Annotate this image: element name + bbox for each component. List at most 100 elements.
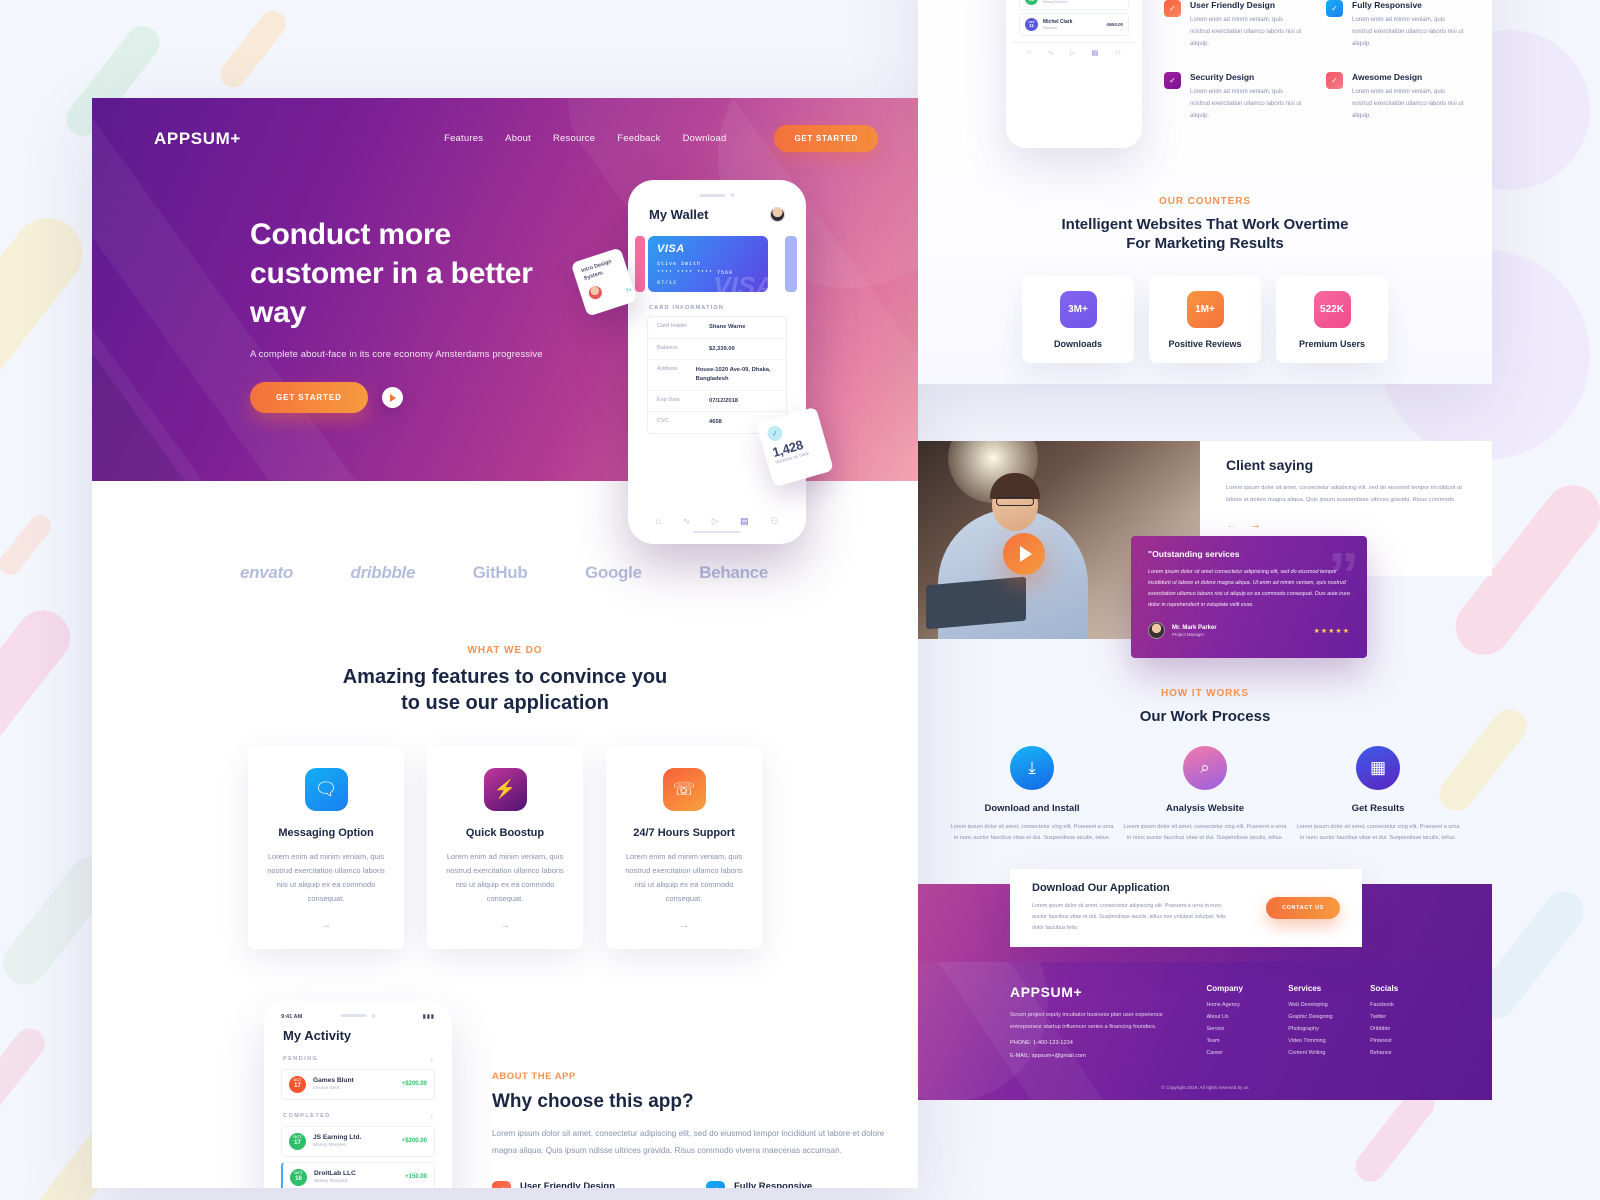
nav-item-features[interactable]: Features [444, 133, 483, 144]
chevron-right-icon[interactable]: › [430, 1112, 433, 1121]
list-item[interactable]: OCT 11 Michel Clark Payment -$650.00 [1019, 13, 1129, 36]
list-item[interactable]: OCT 17 Games Blunt Invoice Sent +$200.00 [281, 1068, 435, 1100]
footer-link[interactable]: Video Trimming [1288, 1038, 1370, 1044]
activity-icon[interactable]: ∿ [1048, 49, 1054, 57]
list-item[interactable]: OCT 16 DroitLab LLC Money Recived +150.0… [281, 1161, 435, 1188]
section-label: PENDING [283, 1056, 319, 1063]
people-icon[interactable]: ⚇ [770, 516, 778, 527]
row-key: CVC [657, 418, 669, 425]
list-item[interactable]: OCT 17 JS Earning Ltd. Money Recives +$2… [281, 1125, 435, 1157]
feature-title: Quick Boostup [465, 827, 545, 840]
arrow-right-icon[interactable]: → [1250, 519, 1261, 531]
list-item[interactable]: OCT 08 Themus Holding, Money Recives +$3… [1019, 0, 1129, 10]
download-description: Lorem ipsum dolor sit amet, consectetur … [1032, 903, 1226, 931]
section-title: Amazing features to convince you to use … [92, 665, 918, 716]
benefits-grid: ✓ User Friendly Design Lorem enim ad min… [1164, 0, 1464, 144]
footer-link[interactable]: Home Agency [1206, 1002, 1288, 1008]
item-subtitle: Money Recived [314, 1179, 348, 1185]
activity-phone-mockup: 9:41 AM ▮▮▮ My Activity PENDING › OCT 17… [264, 1000, 452, 1188]
chevron-right-icon[interactable]: › [430, 1055, 433, 1064]
check-icon: ✓ [765, 424, 785, 443]
nav-get-started-button[interactable]: GET STARTED [774, 125, 878, 152]
footer-logo[interactable]: APPSUM+ [1010, 984, 1166, 1000]
title-line1: Intelligent Websites That Work Overtime [1061, 216, 1349, 233]
hero-title-line1: Conduct more [250, 218, 451, 251]
counter-cards: 3M+ Downloads 1M+ Positive Reviews 522K … [918, 276, 1492, 364]
hero-actions: GET STARTED [250, 382, 562, 413]
feature-desc: Lorem enim ad minim veniam, quis nostrud… [625, 852, 743, 903]
arrow-right-icon[interactable]: → [623, 919, 745, 931]
footer-link[interactable]: About Us [1206, 1014, 1288, 1020]
counters-section: OUR COUNTERS Intelligent Websites That W… [918, 196, 1492, 364]
counter-label: Premium Users [1298, 338, 1366, 349]
quote-footer: Mr. Mark Parker Project Manager ★★★★★ [1148, 622, 1350, 640]
footer-link[interactable]: Behance [1370, 1050, 1452, 1056]
benefit-item: ✓ User Friendly Design Lorem enim ad min… [1164, 0, 1302, 50]
card-name: Stive Smith [657, 261, 702, 267]
work-process-step: ⤓ Download and Install Lorem ipsum dolor… [950, 746, 1115, 844]
footer-link[interactable]: Service [1206, 1026, 1288, 1032]
card-information-label: CARD INFORMATION [649, 305, 725, 311]
people-icon[interactable]: ⚇ [1115, 49, 1121, 57]
hero-get-started-button[interactable]: GET STARTED [250, 382, 368, 413]
feature-card[interactable]: ☏ 24/7 Hours Support Lorem enim ad minim… [606, 746, 762, 949]
play-icon[interactable] [1003, 533, 1045, 575]
footer-link[interactable]: Team [1206, 1038, 1288, 1044]
quote-text: Lorem ipsum dolor sit amet consectetur a… [1148, 569, 1350, 609]
footer-phone: PHONE: 1-400-123-1234 [1010, 1040, 1073, 1047]
contact-us-button[interactable]: CONTACT US [1266, 897, 1340, 919]
table-row: Card Holder Shane Warne [648, 317, 786, 339]
footer-link[interactable]: Career [1206, 1050, 1288, 1056]
about-the-app-section: 9:41 AM ▮▮▮ My Activity PENDING › OCT 17… [92, 949, 918, 1188]
footer-link[interactable]: Web Developing [1288, 1002, 1370, 1008]
arrow-right-icon[interactable]: → [265, 919, 387, 931]
feature-card[interactable]: 🗨 Messaging Option Lorem enim ad minim v… [248, 746, 404, 949]
avatar [587, 284, 604, 301]
section-label: WHAT WE DO [467, 645, 543, 656]
nav-item-download[interactable]: Download [683, 133, 727, 144]
card-information-table: Card Holder Shane Warne Balance $2,339.0… [647, 316, 787, 435]
phone-notch [340, 1013, 376, 1018]
footer-link[interactable]: Twitter [1370, 1014, 1452, 1020]
logo-google: Google [584, 563, 642, 582]
nav-item-feedback[interactable]: Feedback [617, 133, 660, 144]
footer-link[interactable]: Content Writing [1288, 1050, 1370, 1056]
footer-column-company: Company Home Agency About Us Service Tea… [1206, 984, 1288, 1062]
card-carousel[interactable]: VISA Stive Smith **** **** **** 7569 07/… [635, 232, 799, 296]
nav-links: Features About Resource Feedback Downloa… [444, 125, 878, 152]
feature-desc: Lorem enim ad minim veniam, quis nostrud… [267, 852, 385, 903]
card-icon[interactable]: ▤ [740, 516, 749, 527]
send-icon[interactable]: ▷ [1070, 49, 1075, 57]
activity-icon[interactable]: ∿ [683, 516, 691, 527]
footer-link[interactable]: Facebook [1370, 1002, 1452, 1008]
date-day: 17 [294, 1082, 301, 1089]
home-icon[interactable]: ⌂ [1027, 49, 1031, 57]
arrow-right-icon[interactable]: → [444, 919, 566, 931]
footer-link[interactable]: Pinterest [1370, 1038, 1452, 1044]
item-name: DroitLab LLC [314, 1170, 356, 1178]
visa-card[interactable]: VISA Stive Smith **** **** **** 7569 07/… [648, 236, 768, 292]
phone-tab-bar: ⌂ ∿ ▷ ▤ ⚇ [1011, 42, 1137, 57]
section-label: COMPLETED [283, 1113, 331, 1120]
work-process-steps: ⤓ Download and Install Lorem ipsum dolor… [918, 746, 1492, 844]
item-amount: +$200.00 [401, 1138, 427, 1145]
play-icon[interactable] [381, 387, 403, 408]
support-icon: ☏ [662, 768, 706, 812]
footer-link[interactable]: Photography [1288, 1026, 1370, 1032]
quote-role: Project Manager [1172, 631, 1205, 637]
arrow-left-icon[interactable]: ← [1226, 519, 1237, 531]
avatar[interactable] [770, 207, 785, 222]
chat-icon: 🗨 [304, 768, 348, 812]
logo-envato: envato [240, 563, 293, 582]
nav-item-resource[interactable]: Resource [553, 133, 595, 144]
footer-link[interactable]: Graphic Designing [1288, 1014, 1370, 1020]
card-icon[interactable]: ▤ [1092, 49, 1099, 57]
send-icon[interactable]: ▷ [712, 516, 719, 527]
footer-link[interactable]: Dribbble [1370, 1026, 1452, 1032]
feature-card[interactable]: ⚡ Quick Boostup Lorem enim ad minim veni… [427, 746, 583, 949]
brand-logo[interactable]: APPSUM+ [154, 129, 241, 149]
title-line2: For Marketing Results [1126, 235, 1284, 253]
nav-item-about[interactable]: About [505, 133, 531, 144]
section-pending: PENDING › [270, 1043, 446, 1069]
home-icon[interactable]: ⌂ [656, 516, 661, 527]
